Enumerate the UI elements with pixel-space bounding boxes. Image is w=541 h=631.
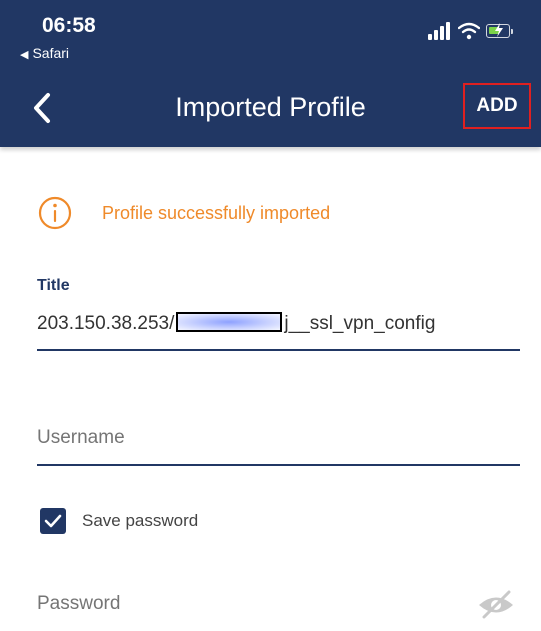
password-input[interactable] [37, 593, 520, 615]
back-app-label: Safari [32, 45, 70, 61]
username-input[interactable] [37, 427, 520, 449]
status-icons [428, 22, 528, 42]
title-value-prefix: 203.150.38.253/ [37, 313, 175, 334]
info-circle-icon [38, 196, 72, 230]
cellular-signal-icon [428, 22, 452, 40]
import-notice: Profile successfully imported [38, 195, 330, 231]
title-label: Title [37, 277, 70, 294]
page-title: Imported Profile [175, 92, 366, 122]
notice-text: Profile successfully imported [102, 202, 331, 223]
app-header: 06:58 ◀ Safari Imported Profile ADD [0, 0, 541, 147]
username-underline [37, 464, 520, 466]
eye-slash-icon[interactable] [476, 588, 516, 620]
wifi-icon [458, 22, 480, 40]
save-password-row[interactable]: Save password [40, 508, 198, 534]
save-password-checkbox[interactable] [40, 508, 66, 534]
redacted-block [176, 312, 283, 332]
title-value-suffix: j__ssl_vpn_config [284, 313, 436, 334]
status-time: 06:58 [42, 14, 96, 37]
title-underline [37, 349, 520, 351]
battery-charging-icon [486, 23, 510, 38]
back-triangle-icon: ◀ [20, 49, 29, 61]
title-input[interactable]: 203.150.38.253/j__ssl_vpn_config [37, 312, 435, 335]
save-password-label: Save password [82, 511, 199, 530]
back-to-app-link[interactable]: ◀ Safari [20, 45, 69, 61]
checkmark-icon [44, 514, 62, 528]
add-button[interactable]: ADD [463, 83, 531, 129]
